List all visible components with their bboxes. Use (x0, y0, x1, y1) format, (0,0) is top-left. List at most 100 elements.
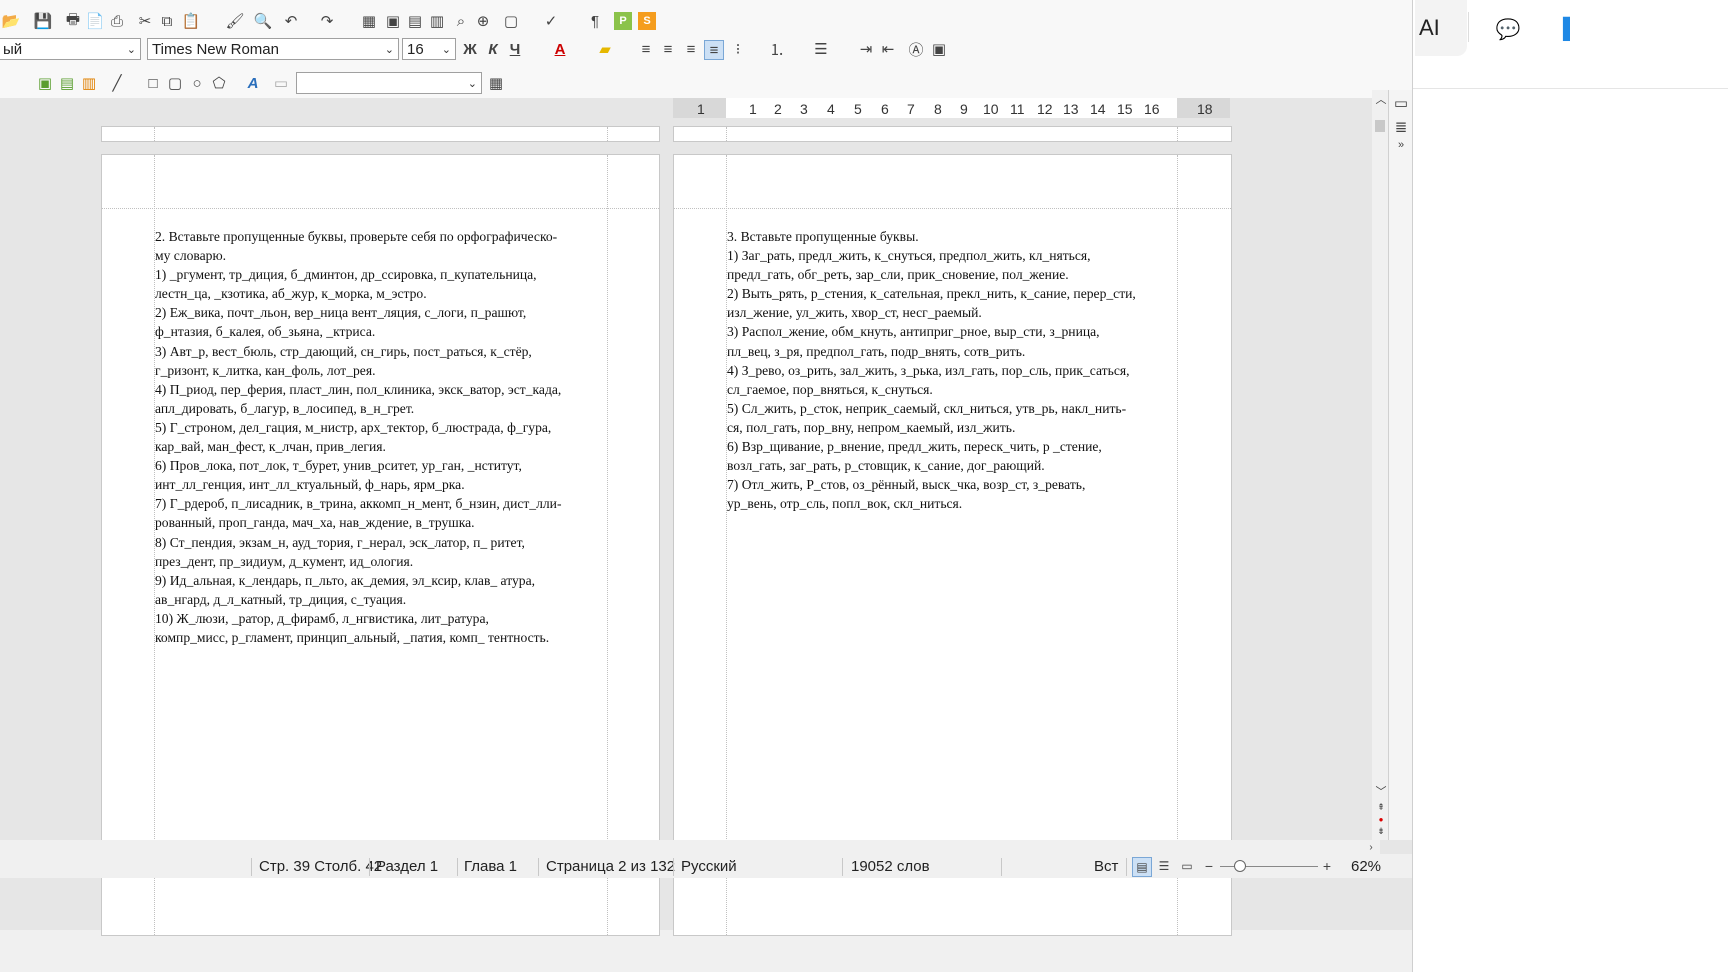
export-pdf-icon[interactable]: 📄 (86, 12, 105, 30)
formatting-marks-icon[interactable]: ¶ (586, 12, 604, 30)
multi-page-view-icon[interactable]: ☰ (1155, 857, 1173, 875)
s-icon[interactable]: S (638, 12, 656, 30)
redo-icon[interactable]: ↷ (318, 12, 336, 30)
text-line: 7) Отл_жить, Р_стов, оз_рённый, выск_чка… (727, 477, 1086, 493)
open-icon[interactable]: 📂 (2, 12, 21, 30)
book-view-icon[interactable]: ▭ (1178, 857, 1196, 875)
shapes-icon[interactable]: ⬠ (210, 74, 228, 92)
page-left[interactable]: 2. Вставьте пропущенные буквы, проверьте… (101, 154, 660, 936)
insert-table-icon[interactable]: ▦ (360, 12, 378, 30)
zoom-slider-thumb[interactable] (1234, 860, 1246, 872)
clone-formatting-icon[interactable]: 🖌 (225, 12, 244, 30)
zoom-out-icon[interactable]: − (1200, 857, 1218, 875)
previous-page-right (673, 126, 1232, 142)
italic-button[interactable]: К (484, 40, 502, 58)
copy-icon[interactable]: ⧉ (158, 12, 176, 30)
cut-icon[interactable]: ✂ (136, 12, 154, 30)
ellipse-icon[interactable]: ○ (188, 74, 206, 92)
ruler-number: 10 (983, 101, 999, 117)
horizontal-ruler[interactable]: 1 1 2 3 4 5 6 7 8 9 10 11 12 13 14 15 16… (673, 98, 1230, 118)
align-right-icon[interactable]: ≡ (682, 40, 700, 58)
ruler-number: 8 (934, 101, 942, 117)
zoom-in-icon[interactable]: + (1318, 857, 1336, 875)
align-center-icon[interactable]: ≡ (659, 40, 677, 58)
chart-icon[interactable]: ▤ (58, 74, 76, 92)
decrease-indent-icon[interactable]: ⇤ (879, 40, 897, 58)
font-name-value: Times New Roman (152, 41, 279, 58)
document-workarea[interactable]: 2. Вставьте пропущенные буквы, проверьте… (0, 98, 1544, 936)
insert-textbox-icon[interactable]: ▥ (428, 12, 446, 30)
find-icon[interactable]: 🔍 (254, 12, 273, 30)
image-icon[interactable]: ▣ (36, 74, 54, 92)
properties-icon[interactable]: ▭ (1392, 94, 1410, 112)
page-left-text[interactable]: 2. Вставьте пропущенные буквы, проверьте… (155, 227, 607, 647)
p-icon[interactable]: P (614, 12, 632, 30)
highlight-icon[interactable]: ▰ (596, 40, 614, 58)
page-indicator[interactable]: Страница 2 из 132 (546, 858, 675, 875)
scrollbar-thumb[interactable] (1375, 120, 1385, 132)
text-line: 2) Еж_вика, почт_льон, вер_ница вент_ляц… (155, 305, 527, 321)
insert-chart-icon[interactable]: ▤ (406, 12, 424, 30)
spellcheck-icon[interactable]: ✓ (542, 12, 560, 30)
text-line: кар_вай, ман_фест, к_лчан, прив_легия. (155, 439, 386, 455)
frame-icon[interactable]: ▥ (80, 74, 98, 92)
print-icon[interactable]: 🖶 (64, 11, 82, 30)
ruler-number: 5 (854, 101, 862, 117)
text-line: 3. Вставьте пропущенные буквы. (727, 229, 919, 244)
insert-mode[interactable]: Вст (1094, 858, 1118, 875)
table-grid-icon[interactable]: ▦ (487, 74, 505, 92)
single-page-view-icon[interactable]: ▤ (1132, 857, 1152, 877)
text-box-icon[interactable]: Ⓐ (907, 40, 925, 59)
navigator-icon[interactable]: ⌕ (452, 12, 470, 30)
zoom-icon[interactable]: ⊕ (474, 12, 492, 30)
rectangle-icon[interactable]: □ (144, 74, 162, 92)
print-preview-icon[interactable]: ⎙ (108, 12, 126, 30)
insert-field-icon[interactable]: ▢ (502, 12, 520, 30)
chevron-down-icon: ⌄ (467, 78, 477, 90)
justify-icon[interactable]: ≡ (704, 40, 724, 60)
text-line: пл_вец, з_ря, предпол_гать, подр_внять, … (727, 343, 1026, 359)
chapter-indicator: Глава 1 (464, 858, 518, 875)
vertical-scrollbar[interactable]: ︿ ﹀ ⇞ ● ⇟ (1372, 90, 1388, 840)
word-count[interactable]: 19052 слов (851, 858, 930, 875)
save-icon[interactable]: 💾 (34, 12, 53, 30)
object-name-select[interactable]: ⌄ (296, 72, 482, 94)
fontwork-icon[interactable]: A (244, 74, 262, 92)
app-icon[interactable]: ▐ (1553, 16, 1573, 42)
rounded-rectangle-icon[interactable]: ▢ (166, 74, 184, 92)
paste-icon[interactable]: 📋 (182, 12, 201, 30)
zoom-level[interactable]: 62% (1351, 858, 1381, 875)
styles-deck-icon[interactable]: ≣ (1392, 118, 1410, 136)
page-right[interactable]: 3. Вставьте пропущенные буквы. 1) Заг_ра… (673, 154, 1232, 936)
increase-indent-icon[interactable]: ⇥ (857, 40, 875, 58)
text-line: 8) Ст_пендия, экзам_н, ауд_тория, г_нера… (155, 534, 525, 550)
page-right-text[interactable]: 3. Вставьте пропущенные буквы. 1) Заг_ра… (727, 227, 1178, 513)
ai-button[interactable]: AI (1419, 15, 1440, 41)
ruler-number: 1 (697, 101, 705, 117)
underline-button[interactable]: Ч (506, 40, 524, 58)
line-icon[interactable]: ╱ (108, 74, 126, 92)
more-icon[interactable]: » (1392, 136, 1410, 154)
font-color-button[interactable]: A (551, 40, 569, 58)
horizontal-scrollbar[interactable]: › (0, 840, 1380, 854)
text-line: компр_мисс, р_гламент, принцип_альный, _… (155, 629, 550, 645)
bullet-list-icon[interactable]: ⁝ (729, 40, 747, 58)
insert-image-icon[interactable]: ▣ (384, 12, 402, 30)
outline-icon[interactable]: ☰ (812, 40, 830, 58)
cursor-position[interactable]: Стр. 39 Столб. 42 (259, 858, 382, 875)
ruler-number: 16 (1144, 101, 1160, 117)
undo-icon[interactable]: ↶ (282, 12, 300, 30)
ruler-number: 3 (800, 101, 808, 117)
language-indicator[interactable]: Русский (681, 858, 737, 875)
font-size-select[interactable]: 16 ⌄ (402, 38, 456, 60)
styles-icon[interactable]: ▣ (930, 40, 948, 58)
font-name-select[interactable]: Times New Roman ⌄ (147, 38, 399, 60)
textbox-frame-icon[interactable]: ▭ (272, 74, 290, 92)
numbered-list-icon[interactable]: ⒈ (768, 40, 786, 59)
ruler-number: 18 (1197, 101, 1213, 117)
paragraph-style-select[interactable]: ый ⌄ (0, 38, 141, 60)
align-left-icon[interactable]: ≡ (637, 40, 655, 58)
bold-button[interactable]: Ж (461, 40, 479, 58)
text-line: предл_гать, обг_реть, зар_сли, прик_снов… (727, 267, 1069, 283)
chat-icon[interactable]: 💬 (1495, 16, 1521, 42)
